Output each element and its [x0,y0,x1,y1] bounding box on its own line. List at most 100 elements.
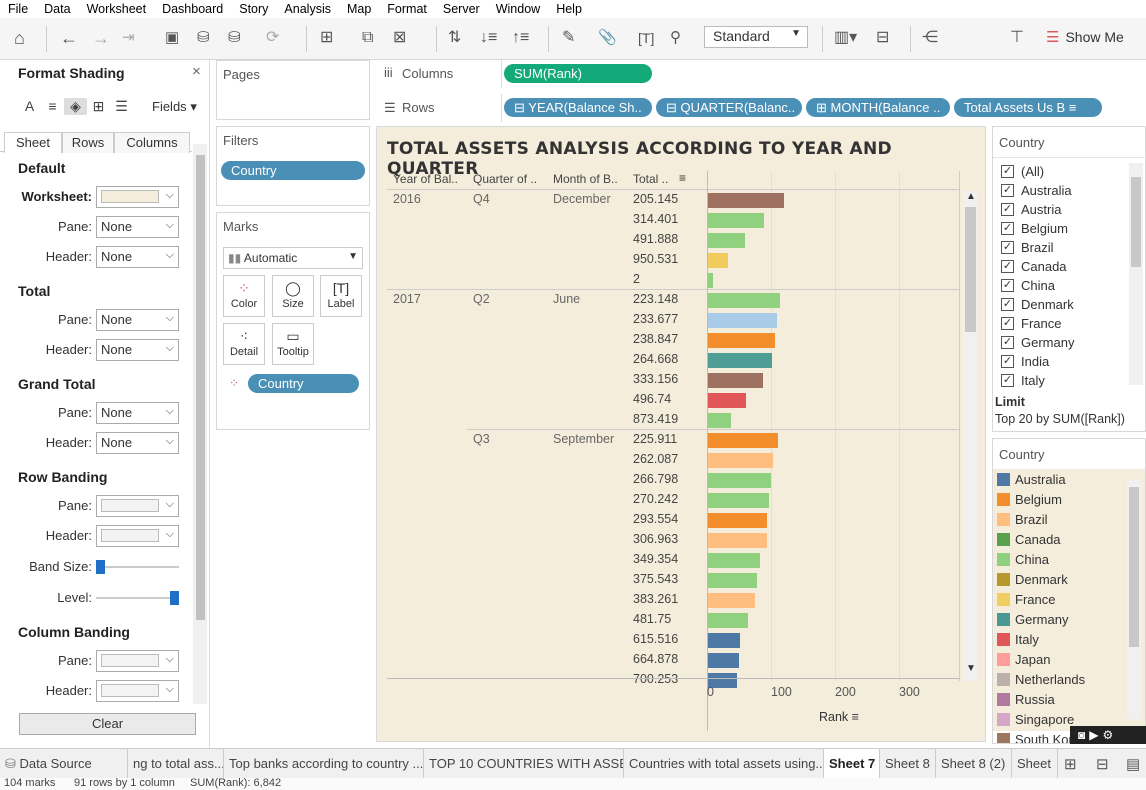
legend-swatch[interactable] [997,633,1010,646]
legend-item-label[interactable]: Canada [1015,532,1061,547]
fit-mode-select[interactable]: Standard ▼ [704,26,808,48]
rank-bar[interactable] [708,293,780,308]
filter-checkbox[interactable]: ✓ [1001,374,1014,387]
rank-bar[interactable] [708,353,772,368]
new-worksheet-icon[interactable]: ⊞ [320,28,333,48]
tab-top-10-countries[interactable]: TOP 10 COUNTRIES WITH ASSE... [424,749,624,779]
legend-swatch[interactable] [997,513,1010,526]
total-assets-value[interactable]: 2 [633,272,640,286]
total-assets-value[interactable]: 349.354 [633,552,678,566]
filter-checkbox[interactable]: ✓ [1001,184,1014,197]
legend-swatch[interactable] [997,673,1010,686]
rank-bar[interactable] [708,433,778,448]
grand-total-header-select[interactable]: None ⌵ [96,432,179,454]
rank-bar[interactable] [708,653,739,668]
filter-item-label[interactable]: Austria [1021,202,1061,217]
menu-worksheet[interactable]: Worksheet [87,2,147,16]
cell-year-2016[interactable]: 2016 [393,192,421,206]
size-button[interactable]: ◯ Size [272,275,314,317]
total-assets-value[interactable]: 233.677 [633,312,678,326]
filter-checkbox[interactable]: ✓ [1001,203,1014,216]
alignment-icon[interactable]: ≡ [41,98,64,115]
default-header-select[interactable]: None ⌵ [96,246,179,268]
total-header-select[interactable]: None ⌵ [96,339,179,361]
menu-story[interactable]: Story [239,2,268,16]
legend-item-label[interactable]: Australia [1015,472,1066,487]
rows-pill-month[interactable]: ⊞ MONTH(Balance .. [806,98,950,117]
total-assets-value[interactable]: 266.798 [633,472,678,486]
column-banding-header-select[interactable]: ⌵ [96,680,179,702]
menu-help[interactable]: Help [556,2,582,16]
tab-sheet-8[interactable]: Sheet 8 [880,749,936,779]
legend-item-label[interactable]: Japan [1015,652,1050,667]
cell-quarter-q3[interactable]: Q3 [473,432,490,446]
menu-file[interactable]: File [8,2,28,16]
filter-item-label[interactable]: Australia [1021,183,1072,198]
filter-item-label[interactable]: Denmark [1021,297,1074,312]
filter-checkbox[interactable]: ✓ [1001,336,1014,349]
legend-item-label[interactable]: Brazil [1015,512,1048,527]
legend-swatch[interactable] [997,493,1010,506]
rows-pill-year[interactable]: ⊟ YEAR(Balance Sh.. [504,98,652,117]
rank-bar[interactable] [708,393,746,408]
legend-swatch[interactable] [997,473,1010,486]
font-icon[interactable]: A [18,98,41,115]
rank-bar[interactable] [708,593,755,608]
legend-item-label[interactable]: Germany [1015,612,1068,627]
rank-bar[interactable] [708,493,769,508]
filter-item-label[interactable]: (All) [1021,164,1044,179]
legend-item-label[interactable]: Netherlands [1015,672,1085,687]
total-assets-value[interactable]: 375.543 [633,572,678,586]
filter-item-label[interactable]: Germany [1021,335,1074,350]
tab-rows[interactable]: Rows [62,132,114,153]
new-dashboard-icon[interactable]: ⊟ [1096,755,1109,773]
level-slider[interactable] [96,591,179,605]
menu-format[interactable]: Format [387,2,427,16]
video-icon[interactable]: ▶ [1089,728,1102,742]
total-assets-value[interactable]: 496.74 [633,392,671,406]
worksheet-shading-select[interactable]: ⌵ [96,186,179,208]
legend-swatch[interactable] [997,713,1010,726]
fix-axes-icon[interactable]: ⚲ [670,28,681,48]
sticky-tooltip-icon[interactable]: ⊤ [1010,28,1024,48]
tab-sheet-8-2[interactable]: Sheet 8 (2) [936,749,1012,779]
legend-swatch[interactable] [997,573,1010,586]
legend-swatch[interactable] [997,693,1010,706]
legend-swatch[interactable] [997,613,1010,626]
total-assets-value[interactable]: 333.156 [633,372,678,386]
settings-icon[interactable]: ⚙ [1102,728,1117,742]
slider-handle[interactable] [170,591,179,605]
mark-type-select[interactable]: ▮▮ Automatic ▼ [223,247,363,269]
legend-item-label[interactable]: China [1015,552,1049,567]
rank-bar[interactable] [708,213,764,228]
total-assets-value[interactable]: 264.668 [633,352,678,366]
total-assets-value[interactable]: 238.847 [633,332,678,346]
total-assets-value[interactable]: 270.242 [633,492,678,506]
fields-dropdown[interactable]: Fields ▾ [152,99,197,115]
viz-scrollbar-thumb[interactable] [965,207,976,332]
filter-checkbox[interactable]: ✓ [1001,241,1014,254]
filter-checkbox[interactable]: ✓ [1001,260,1014,273]
total-assets-value[interactable]: 383.261 [633,592,678,606]
rows-pill-quarter[interactable]: ⊟ QUARTER(Balanc.. [656,98,802,117]
highlight-icon[interactable]: ✎ [562,28,575,48]
default-pane-select[interactable]: None ⌵ [96,216,179,238]
rank-bar[interactable] [708,573,757,588]
borders-icon[interactable]: ⊞ [87,98,110,115]
marks-pill-country[interactable]: Country [248,374,359,393]
header-year[interactable]: Year of Bal.. [393,172,458,186]
sort-descending-icon[interactable]: ↑≡ [512,28,529,48]
rank-bar[interactable] [708,413,731,428]
color-button[interactable]: ⁘ Color [223,275,265,317]
tab-top-banks[interactable]: Top banks according to country ... [224,749,424,779]
row-banding-header-select[interactable]: ⌵ [96,525,179,547]
rank-bar[interactable] [708,453,773,468]
rank-bar[interactable] [708,633,740,648]
rank-bar[interactable] [708,233,745,248]
total-assets-value[interactable]: 223.148 [633,292,678,306]
legend-item-label[interactable]: Italy [1015,632,1039,647]
header-total[interactable]: Total .. [633,172,668,186]
cell-quarter-q2[interactable]: Q2 [473,292,490,306]
total-assets-value[interactable]: 314.401 [633,212,678,226]
legend-swatch[interactable] [997,653,1010,666]
